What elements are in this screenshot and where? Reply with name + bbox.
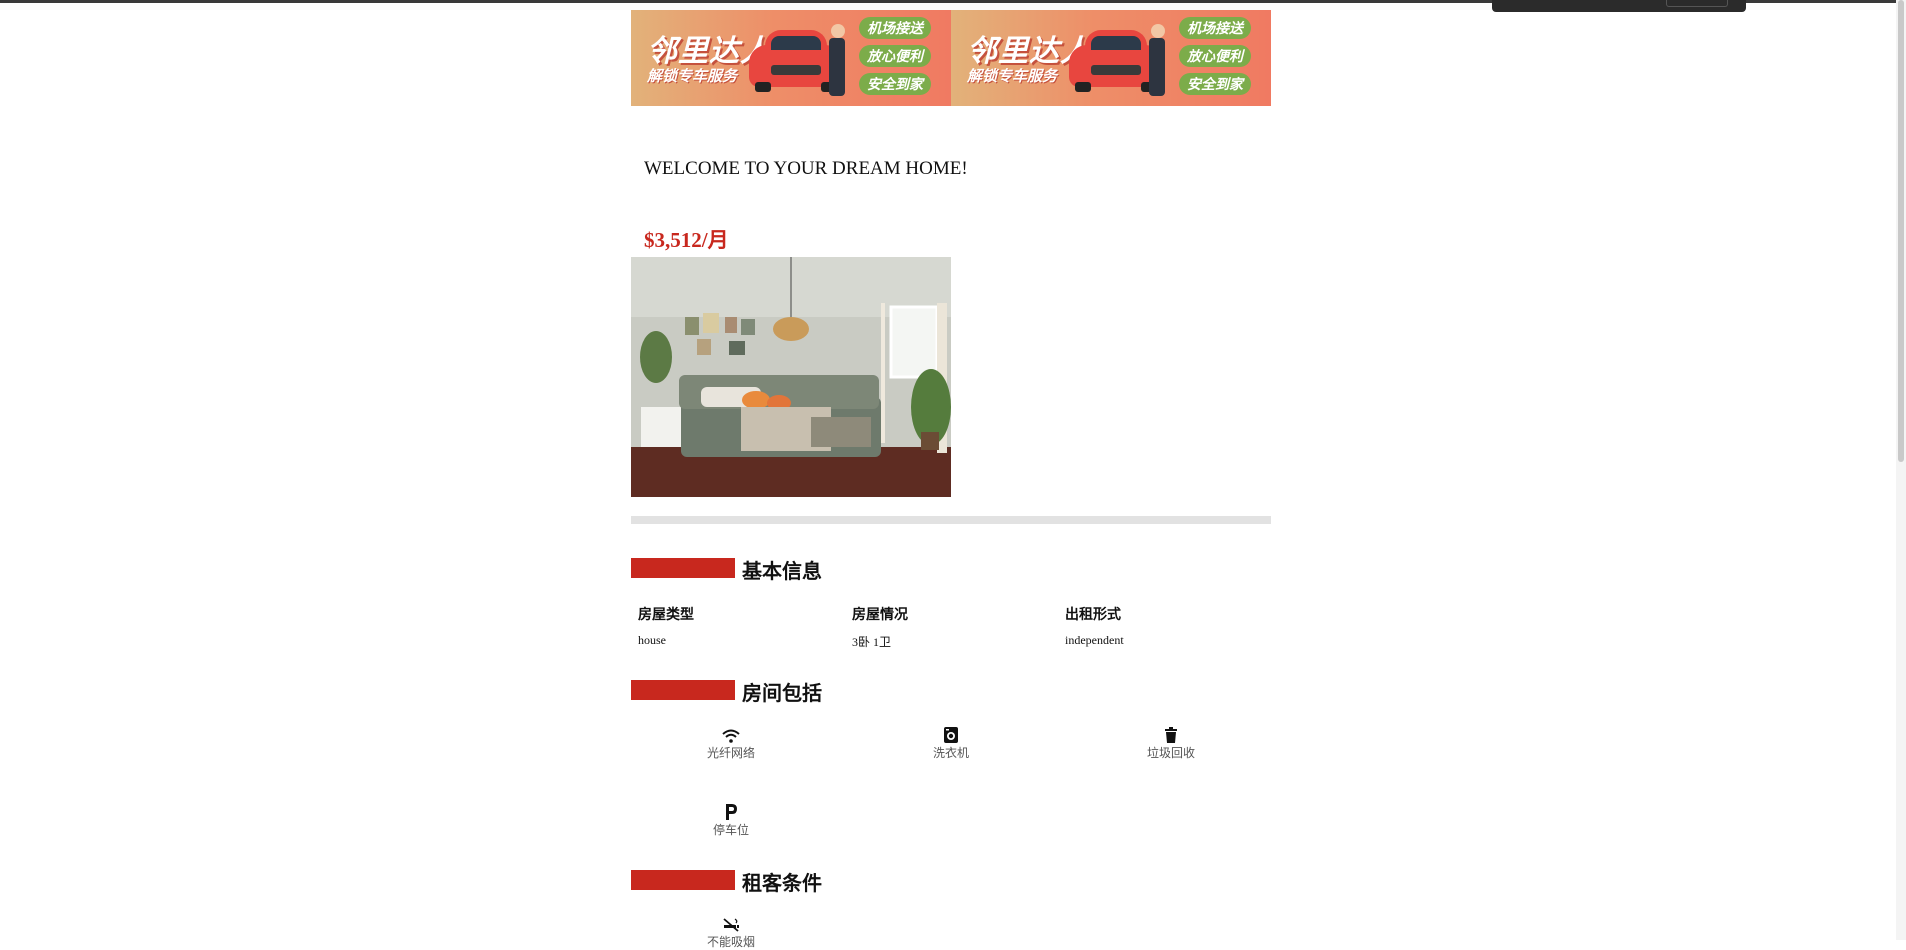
info-label: 房屋情况 (852, 607, 908, 623)
banner-pill: 机场接送 (1179, 17, 1251, 39)
banner-pill: 机场接送 (859, 17, 931, 39)
amenity-item: 洗衣机 (896, 725, 1006, 761)
info-value: 3卧 1卫 (852, 635, 892, 649)
tenant-conditions-title: 租客条件 (742, 871, 822, 895)
tenant-conditions-header: 租客条件 (631, 867, 1271, 895)
ad-banner-strip: 邻里达人 解锁专车服务 机场接送 放心便利 安全到家 邻里达人 解锁专车服务 机… (631, 10, 1271, 106)
amenity-label: 垃圾回收 (1146, 746, 1195, 760)
parking-icon (726, 804, 737, 820)
amenity-label: 洗衣机 (932, 746, 969, 760)
amenity-label: 停车位 (712, 823, 749, 837)
amenity-label: 光纤网络 (706, 746, 755, 760)
basic-info-title: 基本信息 (742, 559, 822, 583)
listing-photo[interactable] (631, 257, 951, 497)
ad-banner[interactable]: 邻里达人 解锁专车服务 机场接送 放心便利 安全到家 (631, 10, 951, 106)
condition-item: 不能吸烟 (676, 914, 786, 950)
section-accent-bar (631, 870, 735, 890)
condition-label: 不能吸烟 (706, 935, 755, 949)
driver-figure (1151, 24, 1165, 38)
info-house-type: 房屋类型 house (638, 604, 838, 648)
page-scrollbar[interactable] (1896, 0, 1906, 940)
ad-banner[interactable]: 邻里达人 解锁专车服务 机场接送 放心便利 安全到家 (951, 10, 1271, 106)
info-value: independent (1065, 633, 1124, 647)
info-house-condition: 房屋情况 3卧 1卫 (852, 604, 1052, 650)
amenities-header: 房间包括 (631, 677, 1271, 705)
amenities-title: 房间包括 (742, 681, 822, 705)
section-accent-bar (631, 558, 735, 578)
banner-pill: 安全到家 (1179, 73, 1251, 95)
banner-subline: 解锁专车服务 (967, 67, 1058, 85)
driver-figure (831, 24, 845, 38)
washing-machine-icon (944, 727, 958, 743)
info-value: house (638, 633, 666, 647)
listing-title: WELCOME TO YOUR DREAM HOME! (644, 158, 968, 179)
section-divider (631, 516, 1271, 524)
info-label: 出租形式 (1065, 607, 1121, 623)
trash-icon (1165, 727, 1177, 743)
listing-price: $3,512/月 (644, 228, 729, 252)
no-smoking-icon (723, 918, 739, 932)
listing-container: 邻里达人 解锁专车服务 机场接送 放心便利 安全到家 邻里达人 解锁专车服务 机… (631, 0, 1271, 949)
info-label: 房屋类型 (638, 607, 694, 623)
info-rental-type: 出租形式 independent (1065, 604, 1265, 648)
amenity-item: 垃圾回收 (1116, 725, 1226, 761)
bedroom-photo (631, 257, 951, 497)
banner-pill: 放心便利 (1179, 45, 1251, 67)
section-accent-bar (631, 680, 735, 700)
banner-subline: 解锁专车服务 (647, 67, 738, 85)
basic-info-grid: 房屋类型 house 房屋情况 3卧 1卫 出租形式 independent (631, 604, 1271, 650)
amenity-item: 光纤网络 (676, 725, 786, 761)
scrollbar-thumb[interactable] (1898, 0, 1904, 462)
overlay-toolbar[interactable] (1492, 0, 1746, 12)
banner-pill: 放心便利 (859, 45, 931, 67)
overlay-toolbar-button[interactable] (1666, 0, 1728, 7)
amenity-item: 停车位 (676, 802, 786, 838)
wifi-icon (722, 729, 740, 743)
basic-info-header: 基本信息 (631, 555, 1271, 583)
banner-pill: 安全到家 (859, 73, 931, 95)
